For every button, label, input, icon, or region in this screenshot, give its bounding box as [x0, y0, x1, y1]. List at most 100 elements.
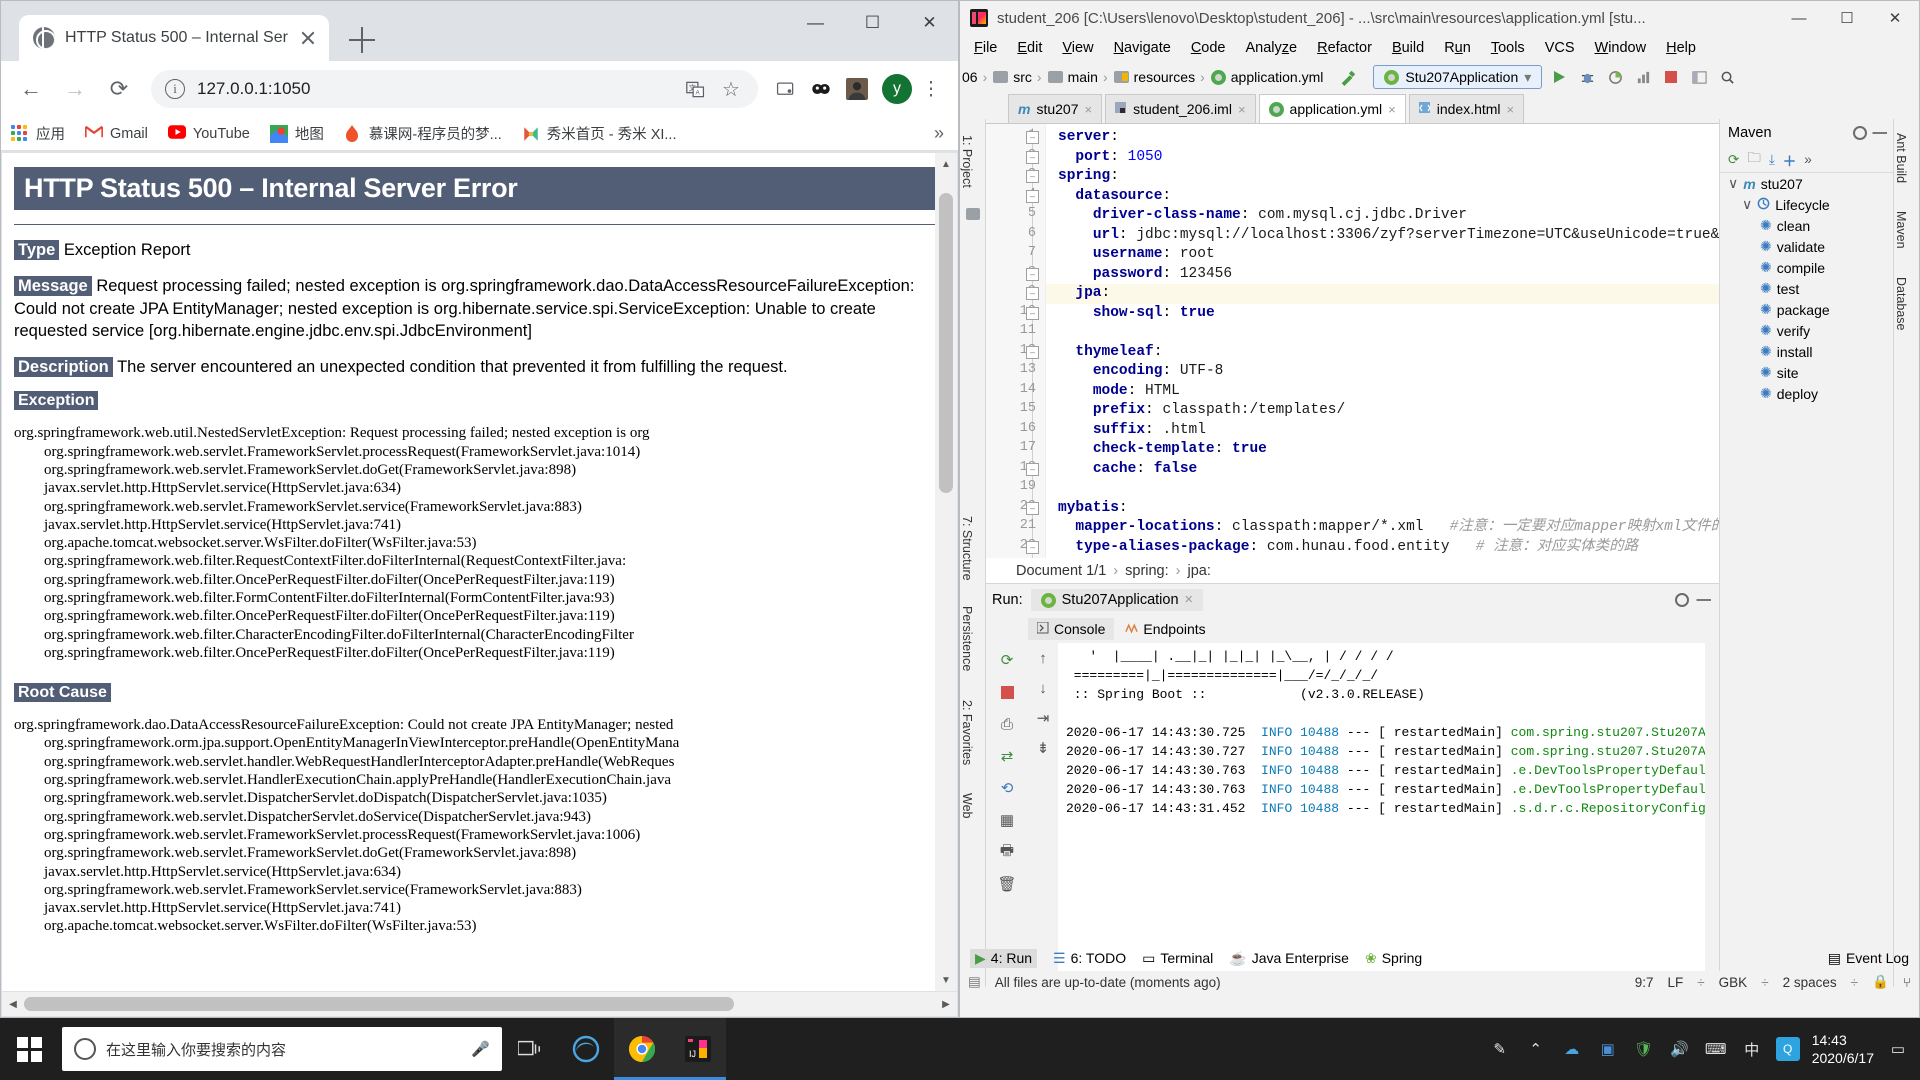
menu-refactor[interactable]: Refactor — [1317, 40, 1372, 56]
console-output[interactable]: ' |____| .__|_| |_|_| |_\__, | / / / / =… — [1058, 643, 1705, 971]
maven-goal-deploy[interactable]: ✺ deploy — [1720, 383, 1893, 404]
app-icon[interactable]: ▣ — [1596, 1037, 1620, 1061]
fold-toggle-icon[interactable]: – — [1026, 267, 1039, 281]
profile-photo-icon[interactable] — [840, 72, 874, 106]
cast-icon[interactable] — [768, 72, 802, 106]
menu-analyze[interactable]: Analyze — [1246, 40, 1298, 56]
run-icon[interactable] — [1548, 66, 1570, 88]
scroll-up-icon[interactable]: ↑ — [1032, 647, 1054, 669]
tool-window-persistence[interactable]: Persistence — [960, 600, 974, 677]
rerun-icon[interactable]: ⟳ — [996, 649, 1018, 671]
bookmark-youtube[interactable]: YouTube — [167, 124, 250, 143]
menu-tools[interactable]: Tools — [1491, 40, 1525, 56]
maven-goal-verify[interactable]: ✺ verify — [1720, 320, 1893, 341]
bookmarks-overflow-button[interactable]: » — [934, 123, 944, 144]
chrome-menu-icon[interactable]: ⋮ — [914, 72, 948, 106]
close-icon[interactable]: × — [1238, 102, 1246, 117]
tool-button-spring[interactable]: ❀ Spring — [1365, 950, 1422, 967]
search-icon[interactable] — [1716, 66, 1738, 88]
editor-tab-index-html[interactable]: index.html × — [1408, 94, 1525, 123]
tool-window-maven[interactable]: Maven — [1894, 205, 1908, 255]
more-icon[interactable]: » — [1804, 152, 1812, 167]
maven-project-root[interactable]: ∨ m stu207 — [1720, 173, 1893, 194]
stop-icon[interactable] — [996, 681, 1018, 703]
back-icon[interactable]: ← — [11, 69, 51, 109]
thread-dump-icon[interactable]: ⇄ — [996, 745, 1018, 767]
close-icon[interactable]: × — [1185, 592, 1193, 608]
fold-toggle-icon[interactable]: – — [1026, 170, 1039, 183]
taskbar-app-chrome[interactable] — [614, 1018, 670, 1080]
menu-vcs[interactable]: VCS — [1545, 40, 1575, 56]
branch-icon[interactable]: ⑂ — [1903, 975, 1911, 990]
menu-code[interactable]: Code — [1191, 40, 1226, 56]
tool-window-web[interactable]: Web — [960, 787, 974, 824]
run-tab-stu207application[interactable]: Stu207Application × — [1030, 589, 1204, 611]
menu-build[interactable]: Build — [1392, 40, 1424, 56]
fold-toggle-icon[interactable]: – — [1026, 150, 1039, 164]
grid-icon[interactable]: ▦ — [996, 809, 1018, 831]
maven-goal-clean[interactable]: ✺ clean — [1720, 215, 1893, 236]
scroll-down-icon[interactable]: ↓ — [1032, 677, 1054, 699]
collapse-icon[interactable]: — — [1697, 592, 1720, 608]
address-bar[interactable]: i 127.0.0.1:1050 文A ☆ — [151, 70, 758, 108]
tool-window-database[interactable]: Database — [1894, 271, 1908, 337]
editor-tab-stu207[interactable]: m stu207 × — [1008, 94, 1103, 123]
pen-icon[interactable]: ✎ — [1488, 1037, 1512, 1061]
scroll-right-arrow[interactable]: ▶ — [935, 992, 957, 1016]
chevron-up-icon[interactable]: ⌃ — [1524, 1037, 1548, 1061]
qq-icon[interactable]: Q — [1775, 1037, 1800, 1061]
collapse-icon[interactable]: — — [1873, 125, 1894, 141]
tab-console[interactable]: Console — [1028, 618, 1115, 640]
network-icon[interactable]: ⌨ — [1704, 1037, 1728, 1061]
scroll-down-arrow[interactable]: ▼ — [935, 969, 957, 991]
avatar[interactable]: y — [882, 74, 912, 104]
browser-tab[interactable]: HTTP Status 500 – Internal Ser — [19, 15, 329, 61]
close-icon[interactable]: × — [1507, 102, 1515, 117]
add-folder-icon[interactable]: 🗀 — [1747, 148, 1761, 171]
close-icon[interactable]: × — [1388, 102, 1396, 117]
editor-tab-iml[interactable]: student_206.iml × — [1105, 94, 1256, 123]
notification-icon[interactable]: ▭ — [1886, 1037, 1910, 1061]
breadcrumb-spring[interactable]: spring: — [1125, 563, 1169, 579]
menu-edit[interactable]: Edit — [1017, 40, 1042, 56]
tool-button-java-enterprise[interactable]: ☕ Java Enterprise — [1229, 950, 1349, 967]
idea-maximize-button[interactable]: ☐ — [1823, 1, 1871, 35]
maven-goal-compile[interactable]: ✺ compile — [1720, 257, 1893, 278]
file-encoding[interactable]: GBK — [1719, 975, 1748, 990]
extension-icon[interactable] — [804, 72, 838, 106]
indent-setting[interactable]: 2 spaces — [1783, 975, 1837, 990]
maven-goal-test[interactable]: ✺ test — [1720, 278, 1893, 299]
tool-button-todo[interactable]: ☰ 6: TODO — [1053, 950, 1126, 967]
vertical-scroll-thumb[interactable] — [939, 193, 953, 493]
camera-icon[interactable]: ⎙ — [996, 713, 1018, 735]
menu-view[interactable]: View — [1062, 40, 1093, 56]
breadcrumb-document[interactable]: Document 1/1 — [1016, 563, 1106, 579]
idea-minimize-button[interactable]: — — [1775, 1, 1823, 35]
fold-toggle-icon[interactable]: – — [1026, 131, 1039, 144]
build-hammer-icon[interactable] — [1337, 66, 1359, 88]
site-info-icon[interactable]: i — [165, 79, 185, 99]
tool-window-project[interactable]: 1: Project — [960, 129, 974, 194]
event-log-button[interactable]: ▤ Event Log — [1828, 950, 1909, 967]
maven-goal-install[interactable]: ✺ install — [1720, 341, 1893, 362]
bookmark-star-icon[interactable]: ☆ — [718, 76, 744, 102]
reload-icon[interactable]: ⟳ — [99, 69, 139, 109]
breadcrumb-resources[interactable]: resources › — [1113, 69, 1205, 85]
gear-icon[interactable] — [1674, 593, 1689, 607]
download-icon[interactable]: ⤓ — [1769, 152, 1775, 168]
maven-lifecycle-node[interactable]: ∨ Lifecycle — [1720, 194, 1893, 215]
breadcrumb-src[interactable]: src › — [993, 69, 1042, 85]
bookmark-apps[interactable]: 应用 — [11, 123, 65, 144]
shield-icon[interactable]: 🛡 — [1632, 1037, 1656, 1061]
maximize-button[interactable]: ☐ — [844, 1, 901, 45]
fold-toggle-icon[interactable]: – — [1026, 345, 1039, 359]
translate-icon[interactable]: 文A — [682, 76, 708, 102]
page-horizontal-scrollbar[interactable]: ◀ ▶ — [2, 992, 957, 1016]
ime-cn-icon[interactable]: 中 — [1740, 1037, 1764, 1061]
menu-navigate[interactable]: Navigate — [1114, 40, 1171, 56]
onedrive-icon[interactable]: ☁ — [1560, 1037, 1584, 1061]
menu-run[interactable]: Run — [1444, 40, 1471, 56]
fold-toggle-icon[interactable]: – — [1026, 287, 1039, 300]
gear-icon[interactable] — [1852, 126, 1867, 140]
horizontal-scroll-thumb[interactable] — [24, 997, 734, 1011]
